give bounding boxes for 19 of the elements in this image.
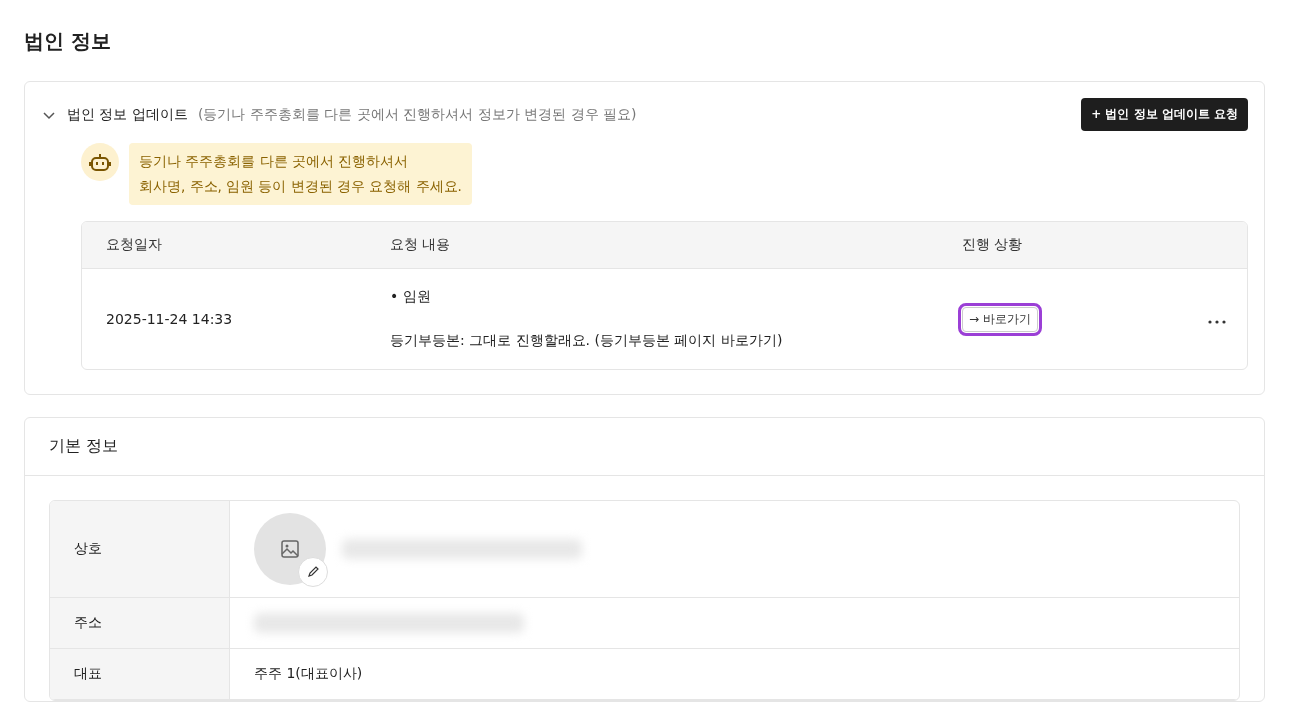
request-date: 2025-11-24 14:33 xyxy=(105,311,234,327)
robot-icon xyxy=(81,143,119,181)
update-request-button[interactable]: + 법인 정보 업데이트 요청 xyxy=(1081,98,1248,131)
edit-icon[interactable] xyxy=(298,557,328,587)
section-title: 기본 정보 xyxy=(49,436,119,455)
request-item: • 임원 xyxy=(390,288,432,306)
request-detail: 등기부등본: 그대로 진행할래요. (등기부등본 페이지 바로가기) xyxy=(390,332,784,350)
field-label: 대표 xyxy=(74,665,102,683)
column-header: 요청 내용 xyxy=(389,236,452,254)
page-title: 법인 정보 xyxy=(24,28,112,55)
field-label: 상호 xyxy=(74,540,102,558)
field-value: 주주 1(대표이사) xyxy=(254,665,363,683)
image-icon xyxy=(280,539,300,559)
section-subtitle: (등기나 주주총회를 다른 곳에서 진행하셔서 정보가 변경된 경우 필요) xyxy=(197,105,637,124)
column-header: 요청일자 xyxy=(105,236,163,254)
notice-message: 등기나 주주총회를 다른 곳에서 진행하셔서 회사명, 주소, 임원 등이 변경된 경우 요청해 주세요. xyxy=(129,143,472,205)
field-label: 주소 xyxy=(74,614,102,632)
section-title: 법인 정보 업데이트 xyxy=(67,105,188,124)
column-header: 진행 상황 xyxy=(961,236,1024,254)
